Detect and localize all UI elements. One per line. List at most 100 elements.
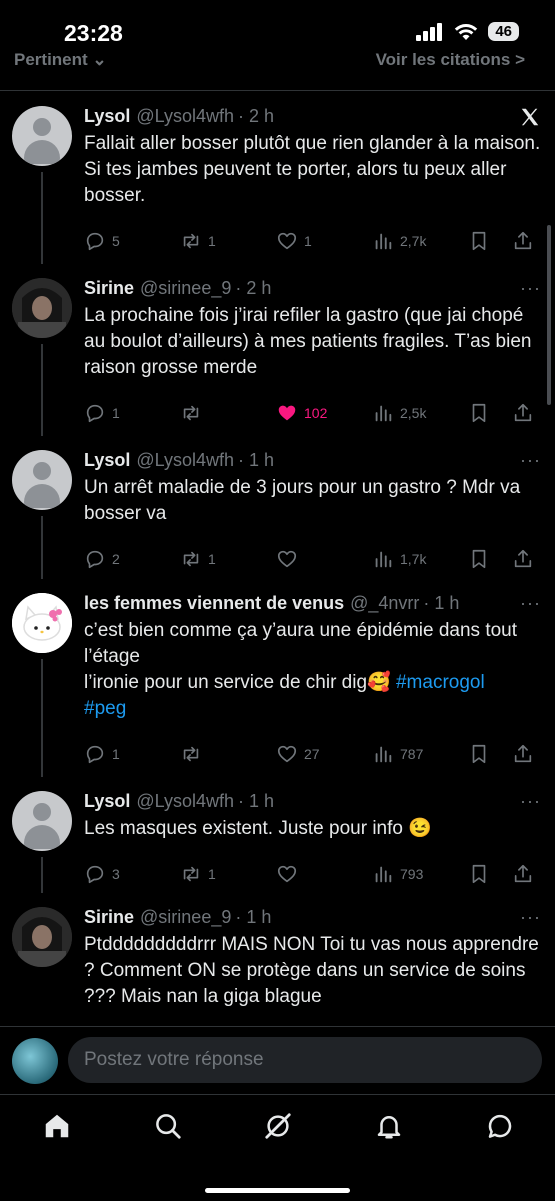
timestamp: · 2 h: [238, 106, 275, 126]
display-name[interactable]: Sirine: [84, 278, 134, 299]
share-button[interactable]: [512, 230, 534, 252]
sort-dropdown[interactable]: Pertinent ⌄: [14, 50, 107, 70]
tweet-text: Fallait aller bosser plutôt que rien gla…: [84, 133, 541, 206]
reply-button[interactable]: 2: [84, 548, 180, 570]
home-indicator: [205, 1188, 350, 1193]
tweet-item[interactable]: ··· les femmes viennent de venus @_4nvrr…: [0, 579, 555, 777]
retweet-button[interactable]: 1: [180, 230, 276, 252]
user-handle[interactable]: @sirinee_9: [140, 278, 231, 299]
share-button[interactable]: [512, 863, 534, 885]
display-name[interactable]: Sirine: [84, 907, 134, 928]
scrollbar[interactable]: [547, 225, 551, 405]
thread-connector: [41, 172, 43, 264]
display-name[interactable]: les femmes viennent de venus: [84, 593, 344, 614]
reply-button[interactable]: 5: [84, 230, 180, 252]
avatar[interactable]: [12, 278, 72, 338]
hashtag-link[interactable]: #macrogol: [396, 672, 485, 693]
reply-button[interactable]: 1: [84, 743, 180, 765]
reply-button[interactable]: 3: [84, 863, 180, 885]
like-button[interactable]: 102: [276, 402, 372, 424]
share-button[interactable]: [512, 402, 534, 424]
avatar[interactable]: [12, 450, 72, 510]
user-handle[interactable]: @sirinee_9: [140, 907, 231, 928]
like-button[interactable]: [276, 548, 372, 570]
views-chart-icon: [375, 405, 392, 422]
x-logo-icon: [521, 108, 539, 126]
heart-icon: [277, 550, 297, 568]
action-bar: 1 27 787: [84, 736, 541, 772]
views-chart-icon: [375, 233, 392, 250]
display-name[interactable]: Lysol: [84, 791, 130, 812]
hashtag-link[interactable]: #peg: [84, 698, 126, 719]
hello-kitty-avatar-image: [12, 593, 72, 653]
like-button[interactable]: 27: [276, 743, 372, 765]
display-name[interactable]: Lysol: [84, 450, 130, 471]
avatar[interactable]: [12, 907, 72, 967]
tweet-item[interactable]: ··· Lysol @Lysol4wfh · 1 h Les masques e…: [0, 777, 555, 893]
timestamp: · 1 h: [423, 593, 460, 613]
tweet-header: Lysol @Lysol4wfh · 2 h: [84, 92, 541, 127]
tweet-header: Lysol @Lysol4wfh · 1 h: [84, 777, 541, 812]
views-button[interactable]: 793: [372, 863, 468, 885]
thread-connector: [41, 857, 43, 893]
retweet-icon: [183, 551, 199, 567]
retweet-button[interactable]: [180, 402, 276, 424]
share-button[interactable]: [512, 743, 534, 765]
views-button[interactable]: 2,7k: [372, 230, 468, 252]
more-options-icon[interactable]: ···: [520, 278, 541, 299]
tweet-text-line: c’est bien comme ça y’aura une épidémie …: [84, 620, 518, 667]
action-bar: 3 1 793: [84, 856, 541, 892]
user-handle[interactable]: @Lysol4wfh: [136, 106, 234, 127]
search-icon[interactable]: [153, 1111, 183, 1141]
bookmark-button[interactable]: [468, 863, 512, 885]
retweet-icon: [183, 405, 199, 421]
tweet-item[interactable]: Lysol @Lysol4wfh · 2 h Fallait aller bos…: [0, 92, 555, 264]
home-icon[interactable]: [42, 1111, 72, 1141]
bookmark-button[interactable]: [468, 402, 512, 424]
reply-button[interactable]: 1: [84, 402, 180, 424]
tweet-text: La prochaine fois j’irai refiler la gast…: [84, 305, 532, 378]
views-chart-icon: [375, 551, 392, 568]
action-bar: 5 1 1 2,7k: [84, 223, 541, 259]
tweet-item[interactable]: ··· Lysol @Lysol4wfh · 1 h Un arrêt mala…: [0, 436, 555, 579]
display-name[interactable]: Lysol: [84, 106, 130, 127]
like-button[interactable]: [276, 863, 372, 885]
bookmark-button[interactable]: [468, 743, 512, 765]
more-options-icon[interactable]: ···: [520, 907, 541, 928]
bookmark-button[interactable]: [468, 548, 512, 570]
views-button[interactable]: 2,5k: [372, 402, 468, 424]
avatar[interactable]: [12, 593, 72, 653]
more-options-icon[interactable]: ···: [520, 593, 541, 614]
wifi-icon: [455, 23, 478, 40]
tweet-item[interactable]: ··· Sirine @sirinee_9 · 2 h La prochaine…: [0, 264, 555, 436]
views-button[interactable]: 1,7k: [372, 548, 468, 570]
thread-connector: [41, 344, 43, 436]
user-handle[interactable]: @_4nvrr: [350, 593, 419, 614]
user-handle[interactable]: @Lysol4wfh: [136, 450, 234, 471]
like-button[interactable]: 1: [276, 230, 372, 252]
bookmark-icon: [472, 549, 486, 569]
user-handle[interactable]: @Lysol4wfh: [136, 791, 234, 812]
bookmark-button[interactable]: [468, 230, 512, 252]
share-button[interactable]: [512, 548, 534, 570]
retweet-button[interactable]: [180, 743, 276, 765]
reply-icon: [86, 745, 104, 764]
notifications-bell-icon[interactable]: [374, 1111, 404, 1141]
avatar[interactable]: [12, 106, 72, 166]
messages-icon[interactable]: [485, 1111, 515, 1141]
view-quotes-link[interactable]: Voir les citations >: [376, 50, 525, 70]
grok-icon[interactable]: [263, 1111, 293, 1141]
tweet-text-line: #peg: [84, 696, 541, 722]
tweet-item[interactable]: ··· Sirine @sirinee_9 · 1 h Ptdddddddddr…: [0, 893, 555, 1026]
action-bar: 2 1 1,7k: [84, 541, 541, 577]
reply-icon: [86, 404, 104, 423]
views-button[interactable]: 787: [372, 743, 468, 765]
retweet-button[interactable]: 1: [180, 863, 276, 885]
avatar[interactable]: [12, 791, 72, 851]
reply-input[interactable]: [68, 1037, 542, 1083]
more-options-icon[interactable]: ···: [520, 791, 541, 812]
my-avatar[interactable]: [12, 1038, 58, 1084]
retweet-button[interactable]: 1: [180, 548, 276, 570]
retweet-icon: [183, 746, 199, 762]
more-options-icon[interactable]: ···: [520, 450, 541, 471]
